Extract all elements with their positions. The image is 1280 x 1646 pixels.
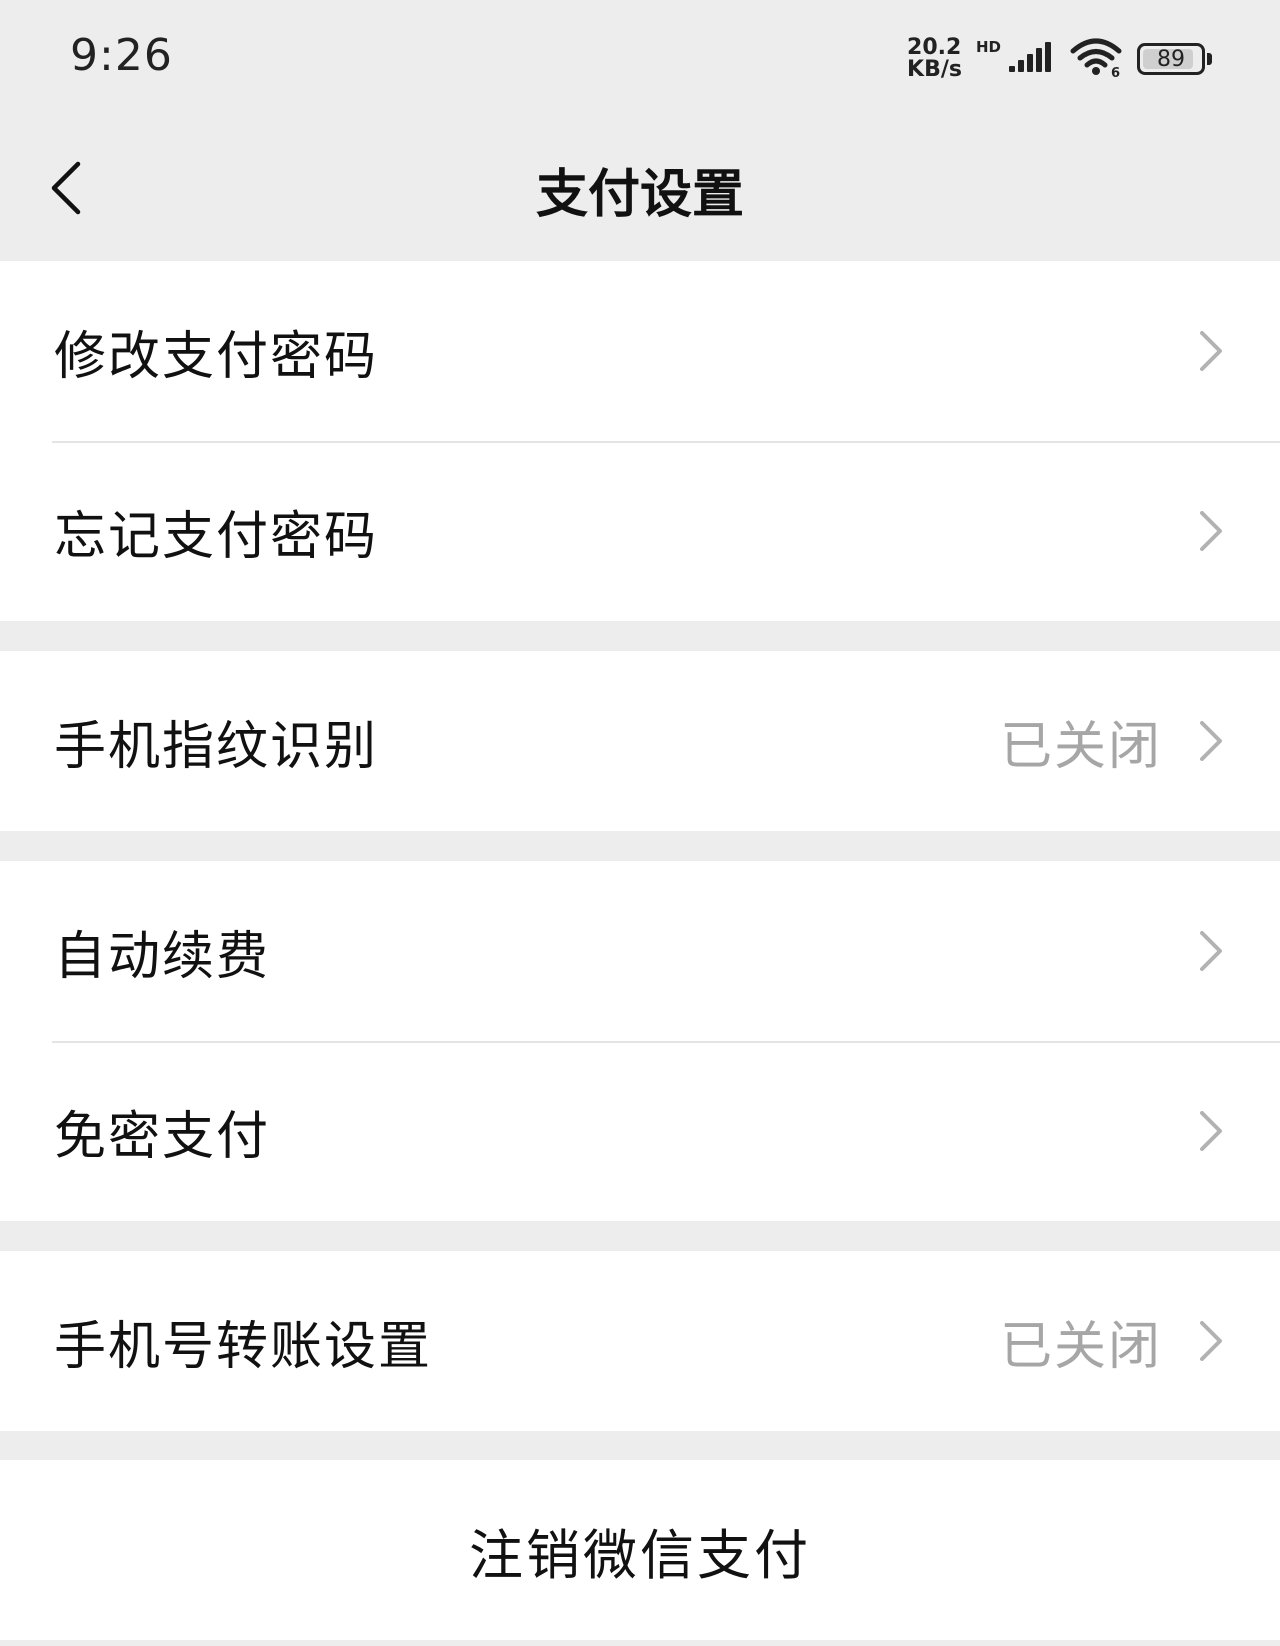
status-value: 已关闭 — [999, 716, 1162, 777]
svg-text:6: 6 — [1111, 66, 1120, 77]
list-item-label: 修改支付密码 — [54, 326, 379, 387]
chevron-right-icon — [1194, 1107, 1228, 1155]
list-item-label: 免密支付 — [54, 1106, 271, 1167]
network-speed-unit: KB/s — [907, 57, 962, 82]
divider — [52, 1041, 1280, 1043]
battery-icon: 89 — [1137, 43, 1205, 75]
settings-group-password: 修改支付密码 忘记支付密码 — [0, 261, 1280, 621]
settings-group-phone-transfer: 手机号转账设置 已关闭 — [0, 1251, 1280, 1431]
status-time: 9:26 — [70, 30, 173, 81]
battery-level: 89 — [1157, 46, 1185, 72]
list-item-label: 手机指纹识别 — [54, 716, 379, 777]
settings-group-fingerprint: 手机指纹识别 已关闭 — [0, 651, 1280, 831]
cancel-wechat-pay-button[interactable]: 注销微信支付 — [0, 1460, 1280, 1640]
list-item-password-free-payment[interactable]: 免密支付 — [0, 1041, 1280, 1221]
cancel-wechat-pay-label: 注销微信支付 — [469, 1523, 811, 1587]
wifi-icon: 6 — [1069, 37, 1123, 81]
chevron-right-icon — [1194, 327, 1228, 375]
list-item-change-password[interactable]: 修改支付密码 — [0, 261, 1280, 441]
chevron-right-icon — [1194, 927, 1228, 975]
status-bar: 9:26 20.2 KB/s HD 6 89 — [0, 0, 1280, 116]
nav-bar: 支付设置 — [0, 116, 1280, 261]
list-item-label: 手机号转账设置 — [54, 1316, 433, 1377]
chevron-right-icon — [1194, 1317, 1228, 1365]
hd-label: HD — [975, 38, 1001, 56]
list-item-label: 忘记支付密码 — [54, 506, 379, 567]
list-item-fingerprint[interactable]: 手机指纹识别 已关闭 — [0, 651, 1280, 831]
battery-tip — [1207, 53, 1212, 65]
page-title: 支付设置 — [535, 165, 744, 225]
list-item-forgot-password[interactable]: 忘记支付密码 — [0, 441, 1280, 621]
chevron-right-icon — [1194, 717, 1228, 765]
list-item-phone-transfer[interactable]: 手机号转账设置 已关闭 — [0, 1251, 1280, 1431]
chevron-right-icon — [1194, 507, 1228, 555]
list-item-auto-renewal[interactable]: 自动续费 — [0, 861, 1280, 1041]
divider — [52, 441, 1280, 443]
network-speed-value: 20.2 — [907, 35, 962, 60]
list-item-label: 自动续费 — [54, 926, 271, 987]
status-value: 已关闭 — [999, 1316, 1162, 1377]
settings-group-payments: 自动续费 免密支付 — [0, 861, 1280, 1221]
signal-icon — [1007, 40, 1055, 78]
status-icons: 20.2 KB/s HD 6 89 — [907, 34, 1212, 84]
network-speed: 20.2 KB/s — [907, 37, 962, 81]
settings-group-cancel: 注销微信支付 — [0, 1460, 1280, 1640]
